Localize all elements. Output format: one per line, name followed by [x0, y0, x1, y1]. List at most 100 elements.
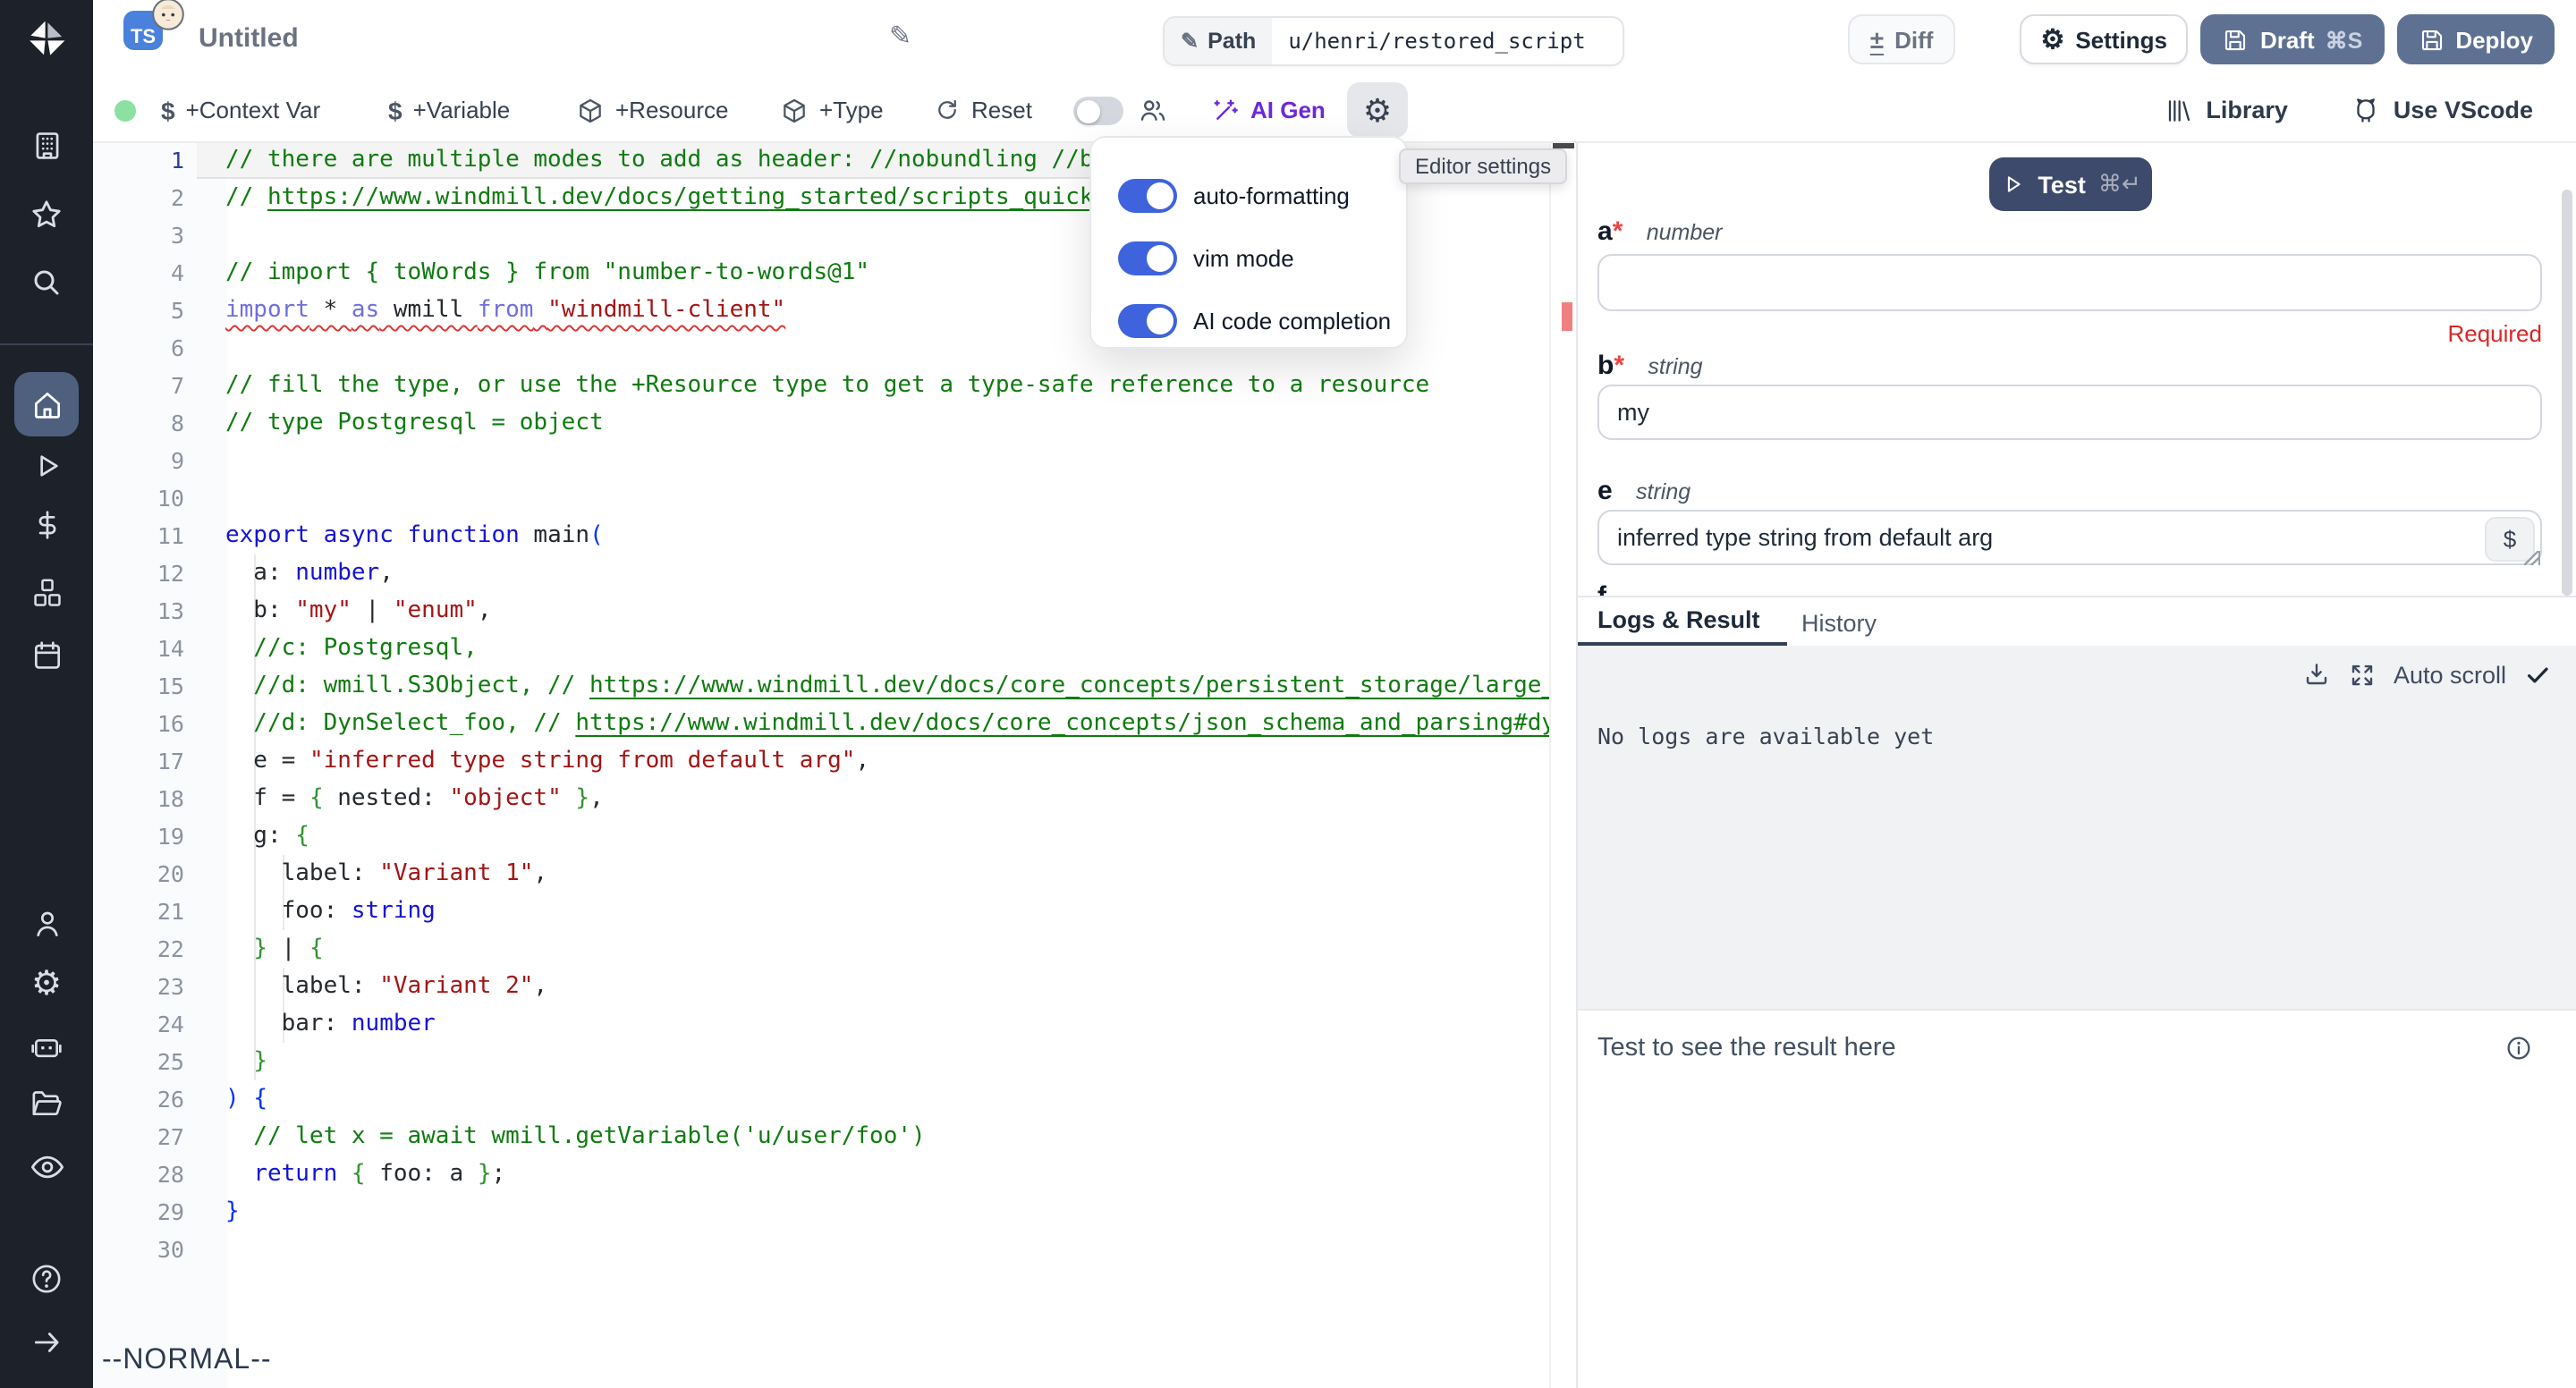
- arrow-right-icon: [30, 1325, 64, 1358]
- line-number: 28: [93, 1155, 184, 1193]
- vim-mode-label: vim mode: [1193, 245, 1294, 272]
- test-panel: Test ⌘↵ a* number Required b* string e s…: [1578, 141, 2576, 1388]
- add-resource-button[interactable]: +Resource: [576, 79, 728, 141]
- toggle-knob: [1147, 308, 1174, 334]
- input-resize-handle[interactable]: [2524, 551, 2540, 565]
- code-line[interactable]: 23 label: "Variant 2",: [93, 968, 1551, 1005]
- reset-button[interactable]: Reset: [934, 79, 1032, 141]
- ai-gen-button[interactable]: AI Gen: [1211, 79, 1326, 141]
- windmill-logo-icon: [25, 18, 68, 61]
- code-line[interactable]: 26) {: [93, 1080, 1551, 1118]
- auto-formatting-toggle[interactable]: [1118, 179, 1177, 213]
- code-line[interactable]: 30: [93, 1231, 1551, 1268]
- sidebar-item-audit-logs[interactable]: [0, 1148, 93, 1184]
- line-number: 23: [93, 968, 184, 1005]
- line-number: 7: [93, 367, 184, 404]
- sidebar-item-schedules[interactable]: [0, 637, 93, 673]
- dollar-icon: [30, 507, 64, 541]
- vim-mode-toggle[interactable]: [1118, 241, 1177, 275]
- multiplayer-users-button[interactable]: [1138, 79, 1168, 141]
- field-label-a: a* number: [1597, 216, 1723, 247]
- field-input-e[interactable]: [1597, 510, 2542, 565]
- tab-logs-result[interactable]: Logs & Result: [1578, 597, 1787, 647]
- left-sidebar: ⚙: [0, 0, 93, 1388]
- add-resource-label: +Resource: [615, 97, 728, 123]
- info-icon[interactable]: [2504, 1034, 2533, 1062]
- gear-icon: ⚙: [31, 967, 62, 1001]
- code-line[interactable]: 15 //d: wmill.S3Object, // https://www.w…: [93, 667, 1551, 705]
- ai-code-completion-toggle[interactable]: [1118, 304, 1177, 338]
- sidebar-item-workers[interactable]: [0, 1028, 93, 1064]
- sidebar-item-folders[interactable]: [0, 1086, 93, 1121]
- code-line[interactable]: 10: [93, 479, 1551, 517]
- code-line[interactable]: 24 bar: number: [93, 1005, 1551, 1043]
- deploy-button[interactable]: Deploy: [2396, 14, 2555, 64]
- code-line[interactable]: 18 f = { nested: "object" },: [93, 780, 1551, 817]
- test-button-label: Test: [2038, 171, 2086, 198]
- add-type-button[interactable]: +Type: [780, 79, 884, 141]
- line-number: 12: [93, 554, 184, 592]
- sidebar-item-users[interactable]: [0, 905, 93, 941]
- library-button[interactable]: Library: [2165, 96, 2288, 124]
- download-icon[interactable]: [2302, 660, 2331, 689]
- field-type: string: [1648, 354, 1702, 379]
- save-icon: [2223, 26, 2250, 53]
- editor-scrollbar[interactable]: [1549, 141, 1576, 1388]
- sidebar-item-favorites[interactable]: [0, 197, 93, 233]
- sidebar-item-workspace[interactable]: [0, 127, 93, 163]
- code-line[interactable]: 11export async function main(: [93, 517, 1551, 554]
- edit-title-pencil-icon[interactable]: ✎: [889, 23, 911, 50]
- robot-icon: [29, 1028, 64, 1064]
- folder-open-icon: [29, 1086, 64, 1121]
- code-line[interactable]: 25 }: [93, 1043, 1551, 1080]
- sidebar-item-resources[interactable]: [0, 574, 93, 610]
- check-icon[interactable]: [2524, 661, 2551, 688]
- code-line[interactable]: 22 } | {: [93, 930, 1551, 968]
- tab-history[interactable]: History: [1801, 597, 1877, 647]
- code-line[interactable]: 20 label: "Variant 1",: [93, 855, 1551, 893]
- code-line[interactable]: 27 // let x = await wmill.getVariable('u…: [93, 1118, 1551, 1155]
- form-scrollbar-thumb[interactable]: [2562, 190, 2572, 596]
- test-button[interactable]: Test ⌘↵: [1989, 157, 2152, 211]
- required-asterisk: *: [1613, 216, 1623, 247]
- line-number: 30: [93, 1231, 184, 1268]
- sidebar-item-variables[interactable]: [0, 506, 93, 542]
- sidebar-item-help[interactable]: [0, 1261, 93, 1297]
- code-line[interactable]: 9: [93, 442, 1551, 479]
- diff-button[interactable]: ± Diff: [1849, 14, 1955, 64]
- settings-button[interactable]: ⚙ Settings: [2019, 14, 2189, 64]
- code-line[interactable]: 21 foo: string: [93, 893, 1551, 930]
- code-line[interactable]: 13 b: "my" | "enum",: [93, 592, 1551, 630]
- code-line[interactable]: 28 return { foo: a };: [93, 1155, 1551, 1193]
- sidebar-item-home[interactable]: [0, 386, 93, 422]
- field-input-a[interactable]: [1597, 254, 2542, 311]
- code-line[interactable]: 14 //c: Postgresql,: [93, 630, 1551, 667]
- editor-toolbar: $ +Context Var $ +Variable +Resource +Ty…: [93, 79, 2576, 143]
- add-context-var-button[interactable]: $ +Context Var: [161, 79, 320, 141]
- code-line[interactable]: 12 a: number,: [93, 554, 1551, 592]
- code-line[interactable]: 16 //d: DynSelect_foo, // https://www.wi…: [93, 705, 1551, 742]
- expand-icon[interactable]: [2349, 661, 2376, 688]
- windmill-logo[interactable]: [0, 18, 93, 61]
- editor-settings-tooltip: Editor settings: [1399, 148, 1567, 184]
- path-field[interactable]: ✎ Path u/henri/restored_script: [1163, 16, 1624, 66]
- code-line[interactable]: 29}: [93, 1193, 1551, 1231]
- sidebar-collapse-toggle[interactable]: [0, 1324, 93, 1359]
- result-hint: Test to see the result here: [1597, 1034, 1896, 1062]
- sidebar-item-settings[interactable]: ⚙: [0, 964, 93, 1003]
- code-line[interactable]: 7// fill the type, or use the +Resource …: [93, 367, 1551, 404]
- code-line[interactable]: 19 g: {: [93, 817, 1551, 855]
- ai-code-completion-label: AI code completion: [1193, 308, 1391, 334]
- add-variable-button[interactable]: $ +Variable: [388, 79, 510, 141]
- draft-button[interactable]: Draft ⌘S: [2201, 14, 2384, 64]
- code-line[interactable]: 8// type Postgresql = object: [93, 404, 1551, 442]
- editor-settings-button[interactable]: ⚙: [1347, 82, 1408, 138]
- logs-toolbar: Auto scroll: [2302, 660, 2551, 689]
- sidebar-item-search[interactable]: [0, 265, 93, 300]
- multiplayer-toggle[interactable]: [1073, 97, 1123, 125]
- sidebar-item-runs[interactable]: [0, 447, 93, 483]
- code-line[interactable]: 17 e = "inferred type string from defaul…: [93, 742, 1551, 780]
- package-icon: [780, 96, 809, 124]
- use-vscode-button[interactable]: Use VScode: [2351, 95, 2533, 125]
- field-input-b[interactable]: [1597, 385, 2542, 440]
